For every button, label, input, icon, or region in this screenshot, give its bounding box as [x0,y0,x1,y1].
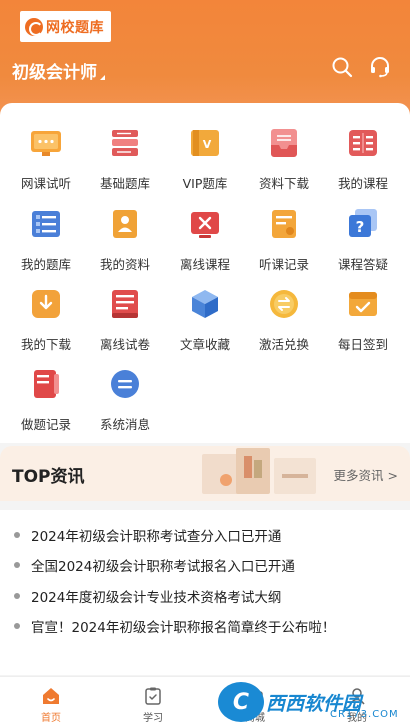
more-news-link[interactable]: 更多资讯 > [334,465,398,484]
banner-illustration-icon [202,448,316,494]
grid-item-my-bank[interactable]: 我的题库 [5,204,87,284]
vip-book-icon: V [191,130,219,156]
news-item-text: 官宣！2024年初级会计职称报名简章终于公布啦！ [31,620,336,636]
search-icon[interactable] [331,56,353,78]
grid-item-offline-papers[interactable]: 离线试卷 [84,284,166,364]
news-title: TOP资讯 [12,467,85,487]
grid-item-listening-records[interactable]: 听课记录 [243,204,325,284]
grid-label: 听课记录 [258,257,309,272]
nav-label: 首页 [41,713,61,724]
grid-item-course-qa[interactable]: ? 课程答疑 [322,204,404,284]
list-icon [32,211,60,237]
grid-label: 系统消息 [99,417,150,432]
tray-download-icon [271,129,297,157]
books-icon [112,130,138,156]
app-logo: 网校题库 [20,11,111,42]
nav-home[interactable]: 首页 [0,677,102,727]
feature-grid: 网课试听 基础题库 V VIP题库 资料下载 我的课程 我的题库 我的资料 离线… [0,103,410,443]
grid-label: 离线试卷 [99,337,150,352]
grid-label: 网课试听 [20,176,71,191]
checkin-calendar-icon [349,292,377,316]
news-list: 2024年初级会计职称考试查分入口已开通 全国2024初级会计职称考试报名入口已… [0,510,410,675]
grid-label: 我的下载 [20,337,71,352]
home-icon [43,688,59,704]
news-item-text: 全国2024初级会计职称考试报名入口已开通 [31,559,295,575]
grid-item-course-preview[interactable]: 网课试听 [5,123,87,203]
nav-label: 学习 [143,713,163,724]
question-icon: ? [349,209,377,237]
grid-item-my-courses[interactable]: 我的课程 [322,123,404,203]
grid-item-offline-courses[interactable]: 离线课程 [164,204,246,284]
grid-item-activate-redeem[interactable]: 激活兑换 [243,284,325,364]
news-item-text: 2024年度初级会计专业技术资格考试大纲 [31,590,282,606]
grid-item-basic-bank[interactable]: 基础题库 [84,123,166,203]
exam-selector[interactable]: 初级会计师 [12,58,105,83]
bullet-dot-icon [14,562,20,568]
grid-label: 我的课程 [337,176,388,191]
watermark-url: CR173.COM [330,709,399,720]
cube-icon [192,290,218,318]
monitor-icon [31,131,61,156]
svg-text:?: ? [356,218,365,236]
grid-item-my-downloads[interactable]: 我的下载 [5,284,87,364]
watermark-badge-icon: C [218,682,264,722]
course-book-icon [349,130,377,156]
bullet-dot-icon [14,593,20,599]
grid-label: 激活兑换 [258,337,309,352]
record-note-icon [272,210,296,238]
grid-item-my-materials[interactable]: 我的资料 [84,204,166,284]
news-item[interactable]: 2024年度初级会计专业技术资格考试大纲 [14,584,406,608]
news-item[interactable]: 官宣！2024年初级会计职称报名简章终于公布啦！ [14,614,406,638]
grid-item-practice-records[interactable]: 做题记录 [5,364,87,444]
grid-label: 课程答疑 [337,257,388,272]
nav-study[interactable]: 学习 [102,677,204,727]
message-bubble-icon [111,370,139,398]
grid-label: 基础题库 [99,176,150,191]
document-person-icon [113,210,137,238]
grid-item-article-favorites[interactable]: 文章收藏 [164,284,246,364]
notebook-pen-icon [34,370,59,398]
offline-x-icon [191,212,219,238]
news-header: TOP资讯 更多资讯 > [0,446,410,501]
grid-label: 每日签到 [337,337,388,352]
logo-icon [25,17,43,36]
site-watermark: C 西西软件园 CR173.COM [218,678,408,726]
grid-label: 做题记录 [20,417,71,432]
svg-text:V: V [203,138,212,151]
download-icon [32,290,60,318]
exam-title: 初级会计师 [12,63,97,83]
grid-item-vip-bank[interactable]: V VIP题库 [164,123,246,203]
grid-item-download-materials[interactable]: 资料下载 [243,123,325,203]
news-item[interactable]: 2024年初级会计职称考试查分入口已开通 [14,523,406,547]
grid-label: 文章收藏 [179,337,230,352]
grid-item-system-messages[interactable]: 系统消息 [84,364,166,444]
logo-text: 网校题库 [46,19,104,36]
study-clipboard-icon [145,687,161,705]
grid-label: 离线课程 [179,257,230,272]
news-item[interactable]: 全国2024初级会计职称考试报名入口已开通 [14,553,406,577]
exchange-coin-icon [270,290,298,318]
news-item-text: 2024年初级会计职称考试查分入口已开通 [31,529,282,545]
grid-label: 我的题库 [20,257,71,272]
exam-paper-icon [112,290,138,318]
grid-label: 资料下载 [258,176,309,191]
customer-service-icon[interactable] [369,56,391,78]
grid-label: VIP题库 [182,176,228,191]
bullet-dot-icon [14,532,20,538]
dropdown-triangle-icon [100,75,105,80]
bullet-dot-icon [14,623,20,629]
grid-label: 我的资料 [99,257,150,272]
grid-item-daily-checkin[interactable]: 每日签到 [322,284,404,364]
